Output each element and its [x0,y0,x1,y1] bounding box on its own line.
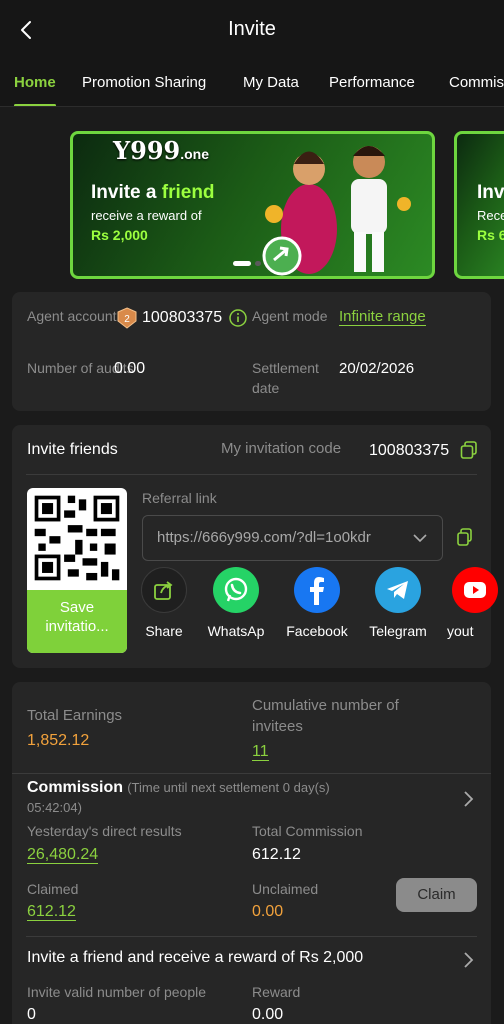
banner-subtitle: receive a reward of [91,208,202,223]
tab-bar: Home Promotion Sharing My Data Performan… [0,60,504,107]
tab-home[interactable]: Home [14,74,56,106]
characters-illustration [262,146,411,276]
carousel-indicator [233,253,265,271]
total-commission-label: Total Commission [252,823,363,839]
valid-people-label: Invite valid number of people [27,984,206,1000]
banner-next-subtitle: Rece [477,208,504,223]
telegram-label: Telegram [369,623,427,639]
invite-reward-title: Invite a friend and receive a reward of … [27,949,364,966]
telegram-share-button[interactable]: Telegram [364,567,432,639]
total-earnings-label: Total Earnings [27,707,123,724]
direct-results-value: 26,480.24 [27,846,99,864]
tab-my-data[interactable]: My Data [243,74,299,106]
telegram-icon [375,567,421,613]
divider [12,773,491,774]
unclaimed-label: Unclaimed [252,881,319,897]
invite-friends-title: Invite friends [27,441,118,458]
invitees-label: Cumulative number of invitees [252,697,399,735]
tab-home-label: Home [14,74,56,91]
save-invitation-button[interactable]: Save invitatio... [27,590,127,653]
copy-link-icon[interactable] [457,528,473,551]
save-invitation-label: Save invitatio... [45,599,109,635]
back-arrow-icon[interactable] [14,17,40,43]
referral-link-label: Referral link [142,490,217,506]
active-tab-indicator [14,104,56,106]
banner-next-amount: Rs 6 [477,227,504,243]
share-button[interactable]: Share [133,567,195,639]
whatsapp-label: WhatsAp [207,623,265,639]
facebook-icon [294,567,340,613]
invite-reward-row[interactable]: Invite a friend and receive a reward of … [27,949,477,973]
youtube-share-button[interactable]: yout [445,567,504,639]
promo-banner[interactable]: Y999.one Invite a friend receive a rewar… [70,131,435,279]
agent-account-value: 100803375 [142,309,223,326]
claimed-label: Claimed [27,881,79,897]
qr-code-image [34,495,120,581]
claimed-value: 612.12 [27,903,76,921]
agent-mode-value: Infinite range [339,308,426,326]
total-earnings-value: 1,852.12 [27,732,90,749]
carousel-dot [255,261,261,266]
settlement-date-value: 20/02/2026 [339,360,415,377]
reward-value: 0.00 [252,1006,284,1023]
audits-value: 0.00 [114,360,146,377]
youtube-icon [452,567,498,613]
banner-title: Invite a friend [91,182,215,203]
invitees-value-wrap: 11 [252,741,269,763]
reward-label: Reward [252,984,301,1000]
agent-mode-link[interactable]: Infinite range [339,306,426,328]
tab-commission[interactable]: Commis [449,74,504,106]
claim-button[interactable]: Claim [396,878,477,912]
qr-code-card: Save invitatio... [27,488,127,653]
share-label: Share [145,623,183,639]
settlement-date-label: Settlement date [252,360,319,396]
invitation-code-value: 100803375 [369,442,450,459]
agent-mode-label: Agent mode [252,308,328,324]
promo-banner-next[interactable]: Inv Rece Rs 6 [454,131,504,279]
banner-amount: Rs 2,000 [91,227,148,243]
youtube-label: yout [447,623,474,639]
total-commission-value: 612.12 [252,846,301,863]
banner-next-title: Inv [477,182,504,203]
copy-code-icon[interactable] [460,441,478,464]
commission-title: Commission [27,779,124,796]
share-icon [141,567,187,613]
chevron-down-icon [412,530,428,551]
invitees-value: 11 [252,743,269,761]
agent-level-badge: 2 [117,307,137,329]
facebook-share-button[interactable]: Facebook [283,567,351,639]
unclaimed-value: 0.00 [252,903,284,920]
agent-account-label: Agent account [27,308,117,324]
commission-header[interactable]: Commission (Time until next settlement 0… [27,778,477,820]
tab-promotion-sharing[interactable]: Promotion Sharing [82,74,206,106]
claimed-wrap: 612.12 [27,901,76,923]
whatsapp-icon [213,567,259,613]
chevron-right-icon [463,951,475,974]
tab-performance[interactable]: Performance [329,74,415,106]
referral-link-value: https://666y999.com/?dl=1o0kdr [157,529,371,546]
info-icon[interactable] [229,309,247,332]
divider [26,936,477,937]
invitation-code-label: My invitation code [221,440,342,457]
brand-logo: Y999.one [113,136,210,165]
claim-button-label: Claim [417,886,456,903]
top-bar: Invite [0,0,504,60]
referral-link-select[interactable]: https://666y999.com/?dl=1o0kdr [142,515,443,561]
divider [26,474,477,475]
direct-results-label: Yesterday's direct results [27,823,182,839]
chevron-right-icon [463,790,475,813]
carousel-dot-active [233,261,251,266]
direct-results-wrap: 26,480.24 [27,844,99,866]
svg-text:2: 2 [124,314,130,325]
page-title: Invite [228,18,276,40]
facebook-label: Facebook [286,623,348,639]
whatsapp-share-button[interactable]: WhatsAp [205,567,267,639]
valid-people-value: 0 [27,1006,36,1023]
